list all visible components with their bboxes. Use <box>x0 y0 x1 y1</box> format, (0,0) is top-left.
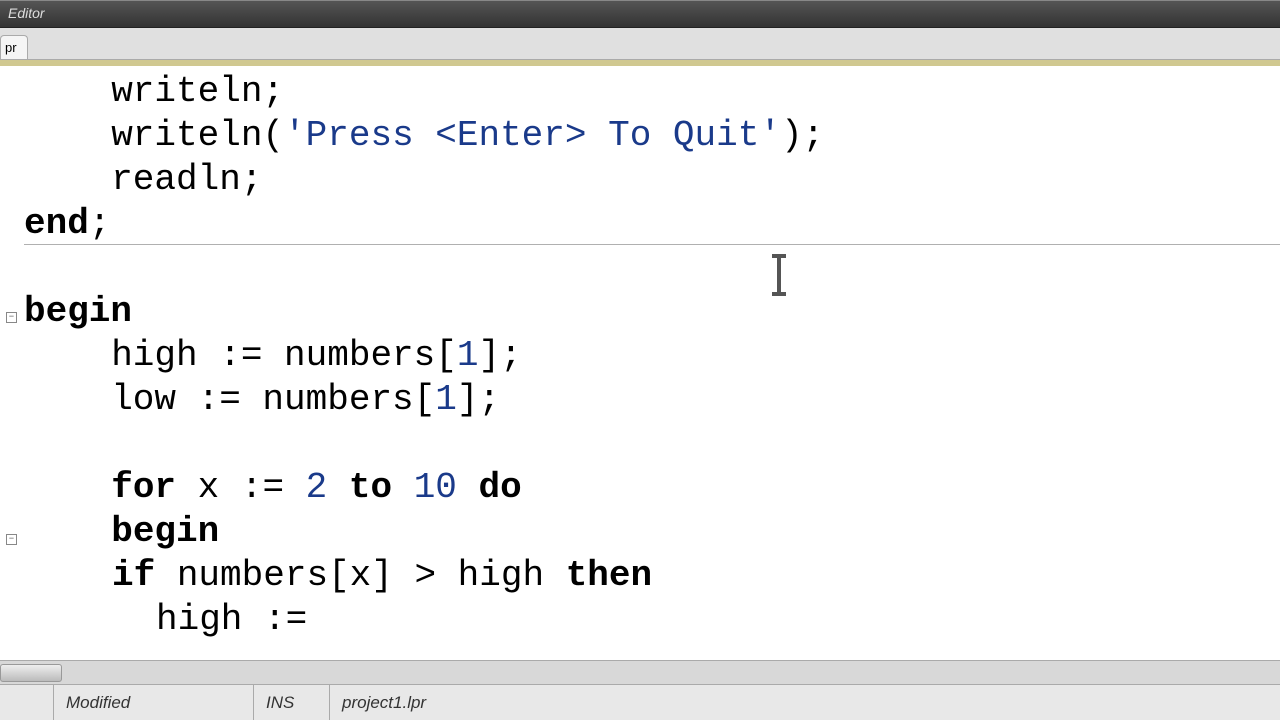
status-cursor-pos <box>0 685 54 720</box>
editor[interactable]: − − writeln; writeln('Press <Enter> To Q… <box>0 60 1280 660</box>
status-bar: Modified INS project1.lpr <box>0 684 1280 720</box>
code-line: low := numbers[1]; <box>24 378 1280 422</box>
horizontal-scrollbar[interactable] <box>0 660 1280 684</box>
file-tab[interactable]: pr <box>0 35 28 59</box>
fold-toggle-icon[interactable]: − <box>6 534 17 545</box>
status-filename: project1.lpr <box>330 685 1280 720</box>
title-bar: Editor <box>0 0 1280 28</box>
code-line: end; <box>24 202 1280 246</box>
code-line: if numbers[x] > high then <box>24 554 1280 598</box>
code-line: readln; <box>24 158 1280 202</box>
code-line: writeln; <box>24 70 1280 114</box>
gutter[interactable]: − − <box>0 66 24 660</box>
code-area[interactable]: writeln; writeln('Press <Enter> To Quit'… <box>24 66 1280 660</box>
text-cursor-icon <box>772 254 786 296</box>
code-line <box>24 422 1280 466</box>
code-line: writeln('Press <Enter> To Quit'); <box>24 114 1280 158</box>
code-line: for x := 2 to 10 do <box>24 466 1280 510</box>
window-title: Editor <box>8 5 45 21</box>
procedure-divider <box>24 244 1280 245</box>
tab-label: pr <box>5 40 17 55</box>
code-line <box>24 246 1280 290</box>
status-insert-mode[interactable]: INS <box>254 685 330 720</box>
tab-bar: pr <box>0 28 1280 60</box>
code-line: begin <box>24 510 1280 554</box>
scrollbar-thumb[interactable] <box>0 664 62 682</box>
code-line: high := numbers[1]; <box>24 334 1280 378</box>
fold-toggle-icon[interactable]: − <box>6 312 17 323</box>
code-line: high := <box>24 598 1280 642</box>
code-line: begin <box>24 290 1280 334</box>
status-modified: Modified <box>54 685 254 720</box>
